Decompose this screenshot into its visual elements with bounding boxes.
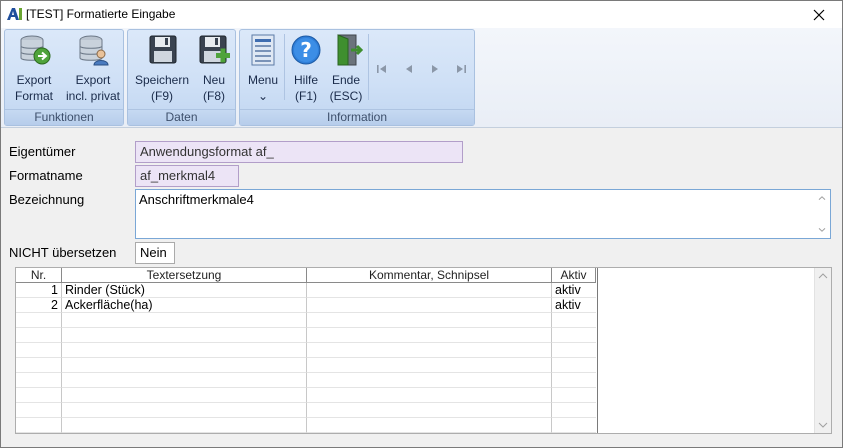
scroll-up-icon[interactable] bbox=[818, 272, 828, 280]
speichern-label: Speichern (F9) bbox=[134, 73, 190, 103]
export-format-button[interactable]: Export Format bbox=[8, 32, 60, 104]
eigentuemer-label: Eigentümer bbox=[9, 144, 76, 159]
help-icon: ? bbox=[291, 35, 321, 65]
database-export-icon bbox=[20, 35, 51, 65]
ende-button[interactable]: Ende (ESC) bbox=[326, 32, 366, 104]
speichern-button[interactable]: Speichern (F9) bbox=[132, 32, 192, 104]
next-record-icon[interactable] bbox=[428, 62, 442, 76]
nicht-uebersetzen-field[interactable]: Nein bbox=[135, 242, 175, 264]
window-title: [TEST] Formatierte Eingabe bbox=[26, 7, 176, 21]
neu-button[interactable]: Neu (F8) bbox=[194, 32, 234, 104]
cell-kommentar[interactable] bbox=[307, 283, 552, 298]
table-row-empty[interactable] bbox=[16, 328, 596, 343]
bezeichnung-textarea[interactable]: Anschriftmerkmale4 bbox=[135, 189, 831, 239]
grid-header-row: Nr. Textersetzung Kommentar, Schnipsel A… bbox=[16, 268, 596, 283]
formatname-field[interactable]: af_merkmal4 bbox=[135, 165, 239, 187]
app-window: [TEST] Formatierte Eingabe Export Format bbox=[0, 0, 843, 448]
ribbon-separator bbox=[284, 34, 285, 100]
first-record-icon[interactable] bbox=[375, 62, 389, 76]
export-incl-privat-button[interactable]: Export incl. privat bbox=[63, 32, 123, 104]
ribbon-group-funktionen: Export Format Export incl. privat Funkti… bbox=[4, 29, 124, 126]
grid-header-kommentar[interactable]: Kommentar, Schnipsel bbox=[307, 268, 552, 283]
export-incl-privat-label: Export incl. privat bbox=[65, 73, 121, 103]
ribbon-group-label: Information bbox=[240, 109, 474, 125]
table-row-empty[interactable] bbox=[16, 313, 596, 328]
scroll-down-icon[interactable] bbox=[818, 421, 828, 429]
exit-door-icon bbox=[337, 34, 363, 66]
ribbon-separator bbox=[368, 34, 369, 100]
last-record-icon[interactable] bbox=[454, 62, 468, 76]
export-format-label: Export Format bbox=[14, 73, 53, 103]
svg-text:?: ? bbox=[300, 38, 312, 62]
cell-aktiv[interactable]: aktiv bbox=[552, 283, 596, 298]
grid-vertical-scrollbar[interactable] bbox=[814, 268, 831, 433]
database-export-private-icon bbox=[79, 35, 109, 66]
menu-button[interactable]: Menu ⌄ bbox=[244, 32, 282, 104]
grid-header-textersetzung[interactable]: Textersetzung bbox=[62, 268, 307, 283]
neu-label: Neu (F8) bbox=[202, 73, 225, 103]
cell-nr[interactable]: 1 bbox=[16, 283, 62, 298]
textarea-scrollbar[interactable] bbox=[815, 191, 829, 237]
table-row[interactable]: 2 Ackerfläche(ha) aktiv bbox=[16, 298, 596, 313]
floppy-save-icon bbox=[149, 35, 177, 64]
cell-kommentar[interactable] bbox=[307, 298, 552, 313]
grid-right-border bbox=[597, 268, 598, 433]
close-button[interactable] bbox=[796, 1, 842, 28]
bezeichnung-value: Anschriftmerkmale4 bbox=[139, 192, 254, 207]
table-row-empty[interactable] bbox=[16, 358, 596, 373]
table-row-empty[interactable] bbox=[16, 388, 596, 403]
title-bar: [TEST] Formatierte Eingabe bbox=[1, 1, 842, 28]
table-row-empty[interactable] bbox=[16, 343, 596, 358]
ribbon-group-information: Menu ⌄ ? Hilfe (F1) Ende (ESC) Informati… bbox=[239, 29, 475, 126]
menu-label: Menu ⌄ bbox=[247, 73, 279, 103]
prev-record-icon[interactable] bbox=[402, 62, 416, 76]
ribbon-group-label: Daten bbox=[128, 109, 235, 125]
table-row[interactable]: 1 Rinder (Stück) aktiv bbox=[16, 283, 596, 298]
cell-textersetzung[interactable]: Ackerfläche(ha) bbox=[62, 298, 307, 313]
ribbon-group-daten: Speichern (F9) Neu (F8) Daten bbox=[127, 29, 236, 126]
hilfe-button[interactable]: ? Hilfe (F1) bbox=[287, 32, 325, 104]
eigentuemer-field[interactable]: Anwendungsformat af_ bbox=[135, 141, 463, 163]
menu-list-icon bbox=[251, 34, 275, 66]
cell-nr[interactable]: 2 bbox=[16, 298, 62, 313]
floppy-new-icon bbox=[199, 35, 230, 64]
grid-header-aktiv[interactable]: Aktiv bbox=[552, 268, 596, 283]
formatname-label: Formatname bbox=[9, 168, 83, 183]
nicht-uebersetzen-label: NICHT übersetzen bbox=[9, 245, 117, 260]
ribbon-toolbar: Export Format Export incl. privat Funkti… bbox=[1, 28, 842, 128]
textersetzung-grid[interactable]: Nr. Textersetzung Kommentar, Schnipsel A… bbox=[15, 267, 832, 434]
close-icon bbox=[813, 9, 825, 20]
cell-textersetzung[interactable]: Rinder (Stück) bbox=[62, 283, 307, 298]
grid-header-nr[interactable]: Nr. bbox=[16, 268, 62, 283]
table-row-empty[interactable] bbox=[16, 373, 596, 388]
cell-aktiv[interactable]: aktiv bbox=[552, 298, 596, 313]
hilfe-label: Hilfe (F1) bbox=[293, 73, 318, 103]
ende-label: Ende (ESC) bbox=[329, 73, 363, 103]
app-logo-icon bbox=[7, 8, 22, 20]
table-row-empty[interactable] bbox=[16, 418, 596, 433]
bezeichnung-label: Bezeichnung bbox=[9, 192, 85, 207]
table-row-empty[interactable] bbox=[16, 403, 596, 418]
ribbon-group-label: Funktionen bbox=[5, 109, 123, 125]
